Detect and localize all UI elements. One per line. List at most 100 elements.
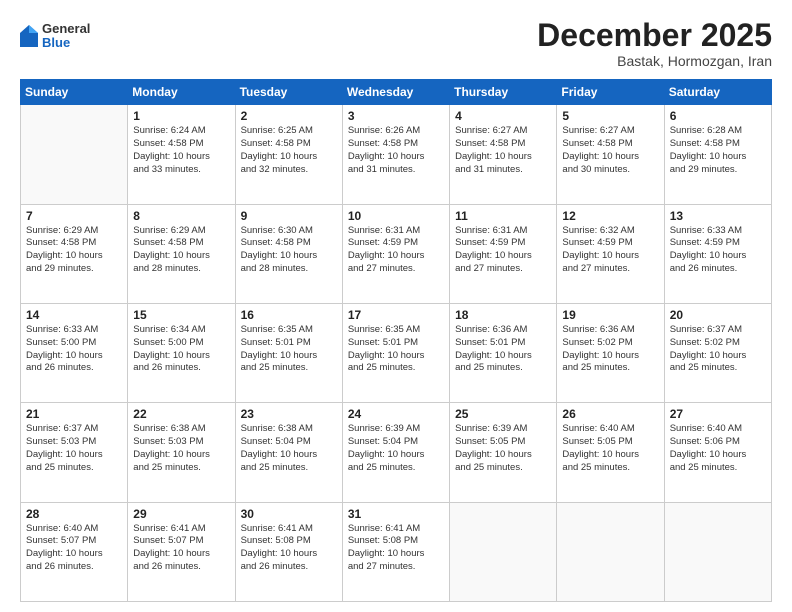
- calendar-weekday-tuesday: Tuesday: [235, 80, 342, 105]
- day-number: 16: [241, 308, 337, 322]
- calendar-cell: [557, 502, 664, 601]
- day-info: Sunrise: 6:40 AM Sunset: 5:05 PM Dayligh…: [562, 423, 658, 474]
- day-info: Sunrise: 6:26 AM Sunset: 4:58 PM Dayligh…: [348, 125, 444, 176]
- day-info: Sunrise: 6:36 AM Sunset: 5:02 PM Dayligh…: [562, 324, 658, 375]
- page: General Blue December 2025 Bastak, Hormo…: [0, 0, 792, 612]
- calendar-cell: 8 Sunrise: 6:29 AM Sunset: 4:58 PM Daylig…: [128, 204, 235, 303]
- calendar-cell: 18 Sunrise: 6:36 AM Sunset: 5:01 PM Dayli…: [450, 303, 557, 402]
- calendar-cell: 4Sunrise: 6:27 AM Sunset: 4:58 PM Daylig…: [450, 105, 557, 204]
- calendar-cell: 11 Sunrise: 6:31 AM Sunset: 4:59 PM Dayli…: [450, 204, 557, 303]
- calendar-cell: 30 Sunrise: 6:41 AM Sunset: 5:08 PM Dayli…: [235, 502, 342, 601]
- logo: General Blue: [20, 22, 90, 51]
- subtitle: Bastak, Hormozgan, Iran: [537, 53, 772, 69]
- title-block: December 2025 Bastak, Hormozgan, Iran: [537, 18, 772, 69]
- day-number: 24: [348, 407, 444, 421]
- day-info: Sunrise: 6:38 AM Sunset: 5:04 PM Dayligh…: [241, 423, 337, 474]
- calendar-cell: 20 Sunrise: 6:37 AM Sunset: 5:02 PM Dayli…: [664, 303, 771, 402]
- day-number: 20: [670, 308, 766, 322]
- day-number: 19: [562, 308, 658, 322]
- day-number: 22: [133, 407, 229, 421]
- day-info: Sunrise: 6:31 AM Sunset: 4:59 PM Dayligh…: [348, 225, 444, 276]
- calendar-cell: [21, 105, 128, 204]
- day-number: 21: [26, 407, 122, 421]
- day-info: Sunrise: 6:41 AM Sunset: 5:08 PM Dayligh…: [348, 523, 444, 574]
- day-info: Sunrise: 6:39 AM Sunset: 5:04 PM Dayligh…: [348, 423, 444, 474]
- day-info: Sunrise: 6:28 AM Sunset: 4:58 PM Dayligh…: [670, 125, 766, 176]
- calendar-weekday-sunday: Sunday: [21, 80, 128, 105]
- calendar-cell: 31Sunrise: 6:41 AM Sunset: 5:08 PM Dayli…: [342, 502, 449, 601]
- day-number: 11: [455, 209, 551, 223]
- day-number: 18: [455, 308, 551, 322]
- calendar-cell: 6 Sunrise: 6:28 AM Sunset: 4:58 PM Daylig…: [664, 105, 771, 204]
- logo-general: General: [42, 22, 90, 36]
- day-info: Sunrise: 6:31 AM Sunset: 4:59 PM Dayligh…: [455, 225, 551, 276]
- calendar-cell: 25Sunrise: 6:39 AM Sunset: 5:05 PM Dayli…: [450, 403, 557, 502]
- calendar-cell: 2 Sunrise: 6:25 AM Sunset: 4:58 PM Daylig…: [235, 105, 342, 204]
- calendar-cell: 3 Sunrise: 6:26 AM Sunset: 4:58 PM Daylig…: [342, 105, 449, 204]
- day-info: Sunrise: 6:36 AM Sunset: 5:01 PM Dayligh…: [455, 324, 551, 375]
- month-title: December 2025: [537, 18, 772, 53]
- day-number: 2: [241, 109, 337, 123]
- day-info: Sunrise: 6:30 AM Sunset: 4:58 PM Dayligh…: [241, 225, 337, 276]
- logo-blue: Blue: [42, 36, 90, 50]
- calendar-header-row: SundayMondayTuesdayWednesdayThursdayFrid…: [21, 80, 772, 105]
- calendar-cell: 12 Sunrise: 6:32 AM Sunset: 4:59 PM Dayli…: [557, 204, 664, 303]
- header: General Blue December 2025 Bastak, Hormo…: [20, 18, 772, 69]
- day-number: 23: [241, 407, 337, 421]
- day-info: Sunrise: 6:32 AM Sunset: 4:59 PM Dayligh…: [562, 225, 658, 276]
- day-number: 17: [348, 308, 444, 322]
- day-info: Sunrise: 6:39 AM Sunset: 5:05 PM Dayligh…: [455, 423, 551, 474]
- logo-text: General Blue: [42, 22, 90, 51]
- day-info: Sunrise: 6:33 AM Sunset: 4:59 PM Dayligh…: [670, 225, 766, 276]
- calendar-cell: 29Sunrise: 6:41 AM Sunset: 5:07 PM Dayli…: [128, 502, 235, 601]
- calendar-cell: 10Sunrise: 6:31 AM Sunset: 4:59 PM Dayli…: [342, 204, 449, 303]
- day-number: 3: [348, 109, 444, 123]
- day-number: 13: [670, 209, 766, 223]
- day-info: Sunrise: 6:37 AM Sunset: 5:03 PM Dayligh…: [26, 423, 122, 474]
- calendar-cell: 15Sunrise: 6:34 AM Sunset: 5:00 PM Dayli…: [128, 303, 235, 402]
- calendar-cell: 27Sunrise: 6:40 AM Sunset: 5:06 PM Dayli…: [664, 403, 771, 502]
- calendar-table: SundayMondayTuesdayWednesdayThursdayFrid…: [20, 79, 772, 602]
- day-info: Sunrise: 6:37 AM Sunset: 5:02 PM Dayligh…: [670, 324, 766, 375]
- day-number: 6: [670, 109, 766, 123]
- calendar-cell: [664, 502, 771, 601]
- calendar-weekday-monday: Monday: [128, 80, 235, 105]
- calendar-cell: 26Sunrise: 6:40 AM Sunset: 5:05 PM Dayli…: [557, 403, 664, 502]
- calendar-cell: 9 Sunrise: 6:30 AM Sunset: 4:58 PM Daylig…: [235, 204, 342, 303]
- day-number: 30: [241, 507, 337, 521]
- calendar-cell: 5Sunrise: 6:27 AM Sunset: 4:58 PM Daylig…: [557, 105, 664, 204]
- day-info: Sunrise: 6:38 AM Sunset: 5:03 PM Dayligh…: [133, 423, 229, 474]
- day-number: 8: [133, 209, 229, 223]
- day-info: Sunrise: 6:27 AM Sunset: 4:58 PM Dayligh…: [562, 125, 658, 176]
- day-info: Sunrise: 6:25 AM Sunset: 4:58 PM Dayligh…: [241, 125, 337, 176]
- calendar-weekday-wednesday: Wednesday: [342, 80, 449, 105]
- day-info: Sunrise: 6:40 AM Sunset: 5:07 PM Dayligh…: [26, 523, 122, 574]
- calendar-weekday-friday: Friday: [557, 80, 664, 105]
- day-info: Sunrise: 6:40 AM Sunset: 5:06 PM Dayligh…: [670, 423, 766, 474]
- calendar-cell: 13 Sunrise: 6:33 AM Sunset: 4:59 PM Dayli…: [664, 204, 771, 303]
- calendar-cell: 24 Sunrise: 6:39 AM Sunset: 5:04 PM Dayli…: [342, 403, 449, 502]
- calendar-cell: 1Sunrise: 6:24 AM Sunset: 4:58 PM Daylig…: [128, 105, 235, 204]
- calendar-weekday-thursday: Thursday: [450, 80, 557, 105]
- calendar-cell: 17Sunrise: 6:35 AM Sunset: 5:01 PM Dayli…: [342, 303, 449, 402]
- day-info: Sunrise: 6:24 AM Sunset: 4:58 PM Dayligh…: [133, 125, 229, 176]
- week-row-1: 1Sunrise: 6:24 AM Sunset: 4:58 PM Daylig…: [21, 105, 772, 204]
- calendar-cell: 16Sunrise: 6:35 AM Sunset: 5:01 PM Dayli…: [235, 303, 342, 402]
- calendar-cell: 14Sunrise: 6:33 AM Sunset: 5:00 PM Dayli…: [21, 303, 128, 402]
- day-number: 4: [455, 109, 551, 123]
- day-number: 9: [241, 209, 337, 223]
- day-number: 28: [26, 507, 122, 521]
- day-number: 29: [133, 507, 229, 521]
- day-number: 7: [26, 209, 122, 223]
- day-info: Sunrise: 6:29 AM Sunset: 4:58 PM Dayligh…: [133, 225, 229, 276]
- calendar-cell: 22 Sunrise: 6:38 AM Sunset: 5:03 PM Dayli…: [128, 403, 235, 502]
- calendar-cell: 7Sunrise: 6:29 AM Sunset: 4:58 PM Daylig…: [21, 204, 128, 303]
- day-number: 12: [562, 209, 658, 223]
- week-row-3: 14Sunrise: 6:33 AM Sunset: 5:00 PM Dayli…: [21, 303, 772, 402]
- day-number: 15: [133, 308, 229, 322]
- calendar-cell: [450, 502, 557, 601]
- day-info: Sunrise: 6:41 AM Sunset: 5:08 PM Dayligh…: [241, 523, 337, 574]
- day-info: Sunrise: 6:33 AM Sunset: 5:00 PM Dayligh…: [26, 324, 122, 375]
- logo-icon: [20, 25, 38, 47]
- calendar-cell: 23 Sunrise: 6:38 AM Sunset: 5:04 PM Dayli…: [235, 403, 342, 502]
